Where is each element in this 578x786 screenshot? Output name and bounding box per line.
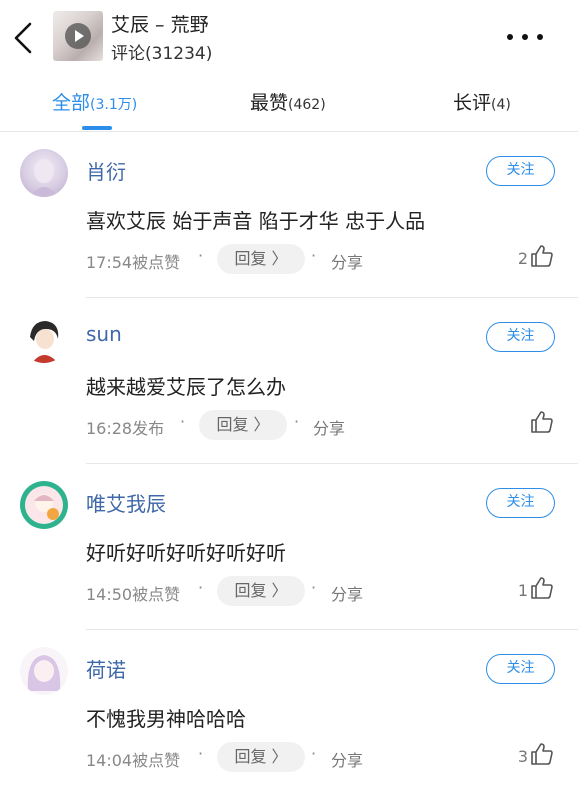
tab-count: (462) — [288, 97, 326, 113]
reply-button[interactable]: 回复 〉 — [217, 244, 305, 274]
separator: · — [198, 578, 204, 597]
header: 艾辰 – 荒野 评论(31234) — [0, 0, 578, 76]
play-icon[interactable] — [65, 23, 91, 49]
username[interactable]: sun — [86, 322, 122, 346]
comment-count: 评论(31234) — [111, 44, 213, 64]
tab-most-liked[interactable]: 最赞(462) — [250, 88, 326, 128]
album-cover[interactable] — [53, 11, 103, 61]
like-count: 1 — [517, 581, 528, 600]
comment-meta: 14:50被点赞 · 回复 〉 · 分享 — [86, 576, 386, 606]
avatar[interactable] — [20, 647, 68, 695]
song-title: 艾辰 – 荒野 — [111, 14, 209, 36]
thumbs-up-icon[interactable] — [530, 244, 554, 268]
follow-button[interactable]: 关注 — [486, 654, 555, 684]
separator: · — [311, 578, 317, 597]
comment-text: 好听好听好听好听好听 — [86, 541, 286, 565]
reply-button[interactable]: 回复 〉 — [217, 742, 305, 772]
comment-meta: 17:54被点赞 · 回复 〉 · 分享 — [86, 244, 386, 274]
reply-button[interactable]: 回复 〉 — [199, 410, 287, 440]
tab-label: 长评 — [453, 92, 492, 114]
comment-text: 越来越爱艾辰了怎么办 — [86, 375, 286, 399]
comment-meta: 14:04被点赞 · 回复 〉 · 分享 — [86, 742, 386, 772]
share-link[interactable]: 分享 — [331, 249, 363, 273]
thumbs-up-icon[interactable] — [530, 576, 554, 600]
timestamp: 16:28发布 — [86, 419, 165, 438]
tab-count: (3.1万) — [90, 97, 138, 113]
separator: · — [198, 246, 204, 265]
timestamp: 17:54被点赞 — [86, 253, 181, 272]
comment-meta: 16:28发布 · 回复 〉 · 分享 — [86, 410, 386, 440]
tab-indicator — [82, 126, 112, 130]
timestamp: 14:04被点赞 — [86, 751, 181, 770]
comment-item: 荷诺 关注 不愧我男神哈哈哈 14:04被点赞 · 回复 〉 · 分享 3 — [0, 630, 578, 786]
tab-label: 全部 — [52, 92, 91, 114]
username[interactable]: 肖衍 — [86, 156, 126, 185]
more-dots-icon[interactable] — [506, 30, 546, 44]
separator: · — [311, 246, 317, 265]
follow-button[interactable]: 关注 — [486, 488, 555, 518]
comment-text: 不愧我男神哈哈哈 — [86, 707, 246, 731]
avatar[interactable] — [20, 481, 68, 529]
timestamp: 14:50被点赞 — [86, 585, 181, 604]
comment-item: 肖衍 关注 喜欢艾辰 始于声音 陷于才华 忠于人品 17:54被点赞 · 回复 … — [0, 132, 578, 298]
follow-button[interactable]: 关注 — [486, 156, 555, 186]
separator: · — [311, 744, 317, 763]
tab-long-reviews[interactable]: 长评(4) — [453, 88, 511, 128]
share-link[interactable]: 分享 — [331, 581, 363, 605]
share-link[interactable]: 分享 — [313, 415, 345, 439]
comment-item: 唯艾我辰 关注 好听好听好听好听好听 14:50被点赞 · 回复 〉 · 分享 … — [0, 464, 578, 630]
tab-all[interactable]: 全部(3.1万) — [52, 88, 137, 128]
comment-text: 喜欢艾辰 始于声音 陷于才华 忠于人品 — [86, 209, 426, 233]
thumbs-up-icon[interactable] — [530, 410, 554, 434]
separator: · — [198, 744, 204, 763]
avatar[interactable] — [20, 315, 68, 363]
follow-button[interactable]: 关注 — [486, 322, 555, 352]
like-count: 2 — [517, 249, 528, 268]
chevron-left-icon[interactable] — [10, 18, 38, 58]
share-link[interactable]: 分享 — [331, 747, 363, 771]
tab-label: 最赞 — [250, 92, 289, 114]
thumbs-up-icon[interactable] — [530, 742, 554, 766]
tab-count: (4) — [491, 97, 511, 113]
username[interactable]: 荷诺 — [86, 654, 126, 683]
comment-item: sun 关注 越来越爱艾辰了怎么办 16:28发布 · 回复 〉 · 分享 — [0, 298, 578, 464]
like-count: 3 — [517, 747, 528, 766]
separator: · — [294, 412, 300, 431]
username[interactable]: 唯艾我辰 — [86, 488, 166, 517]
reply-button[interactable]: 回复 〉 — [217, 576, 305, 606]
comment-tabs: 全部(3.1万) 最赞(462) 长评(4) — [0, 76, 578, 132]
avatar[interactable] — [20, 149, 68, 197]
separator: · — [180, 412, 186, 431]
